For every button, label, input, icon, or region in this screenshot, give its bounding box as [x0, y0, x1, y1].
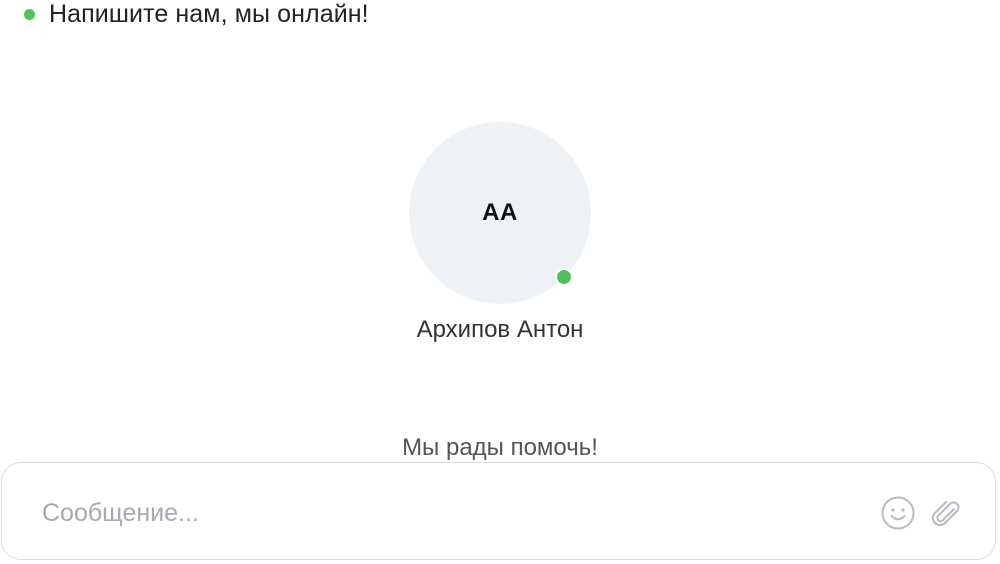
chat-header: Напишите нам, мы онлайн! — [24, 0, 369, 34]
operator-name: Архипов Антон — [416, 316, 584, 343]
online-status-dot — [24, 8, 35, 20]
avatar: АА — [409, 122, 591, 304]
operator-card: АА Архипов Антон — [0, 122, 1000, 344]
paperclip-icon — [931, 501, 960, 527]
attach-button[interactable] — [928, 495, 964, 531]
header-status-text: Напишите нам, мы онлайн! — [49, 0, 369, 28]
emoji-button[interactable] — [880, 495, 916, 531]
message-input[interactable] — [42, 493, 842, 533]
avatar-initials: АА — [482, 199, 518, 226]
chat-widget: Напишите нам, мы онлайн! АА Архипов Анто… — [0, 0, 1000, 564]
avatar-online-indicator — [555, 268, 573, 286]
smile-icon — [881, 496, 915, 530]
message-composer — [1, 462, 996, 560]
greeting-message: Мы рады помочь! — [402, 434, 598, 461]
